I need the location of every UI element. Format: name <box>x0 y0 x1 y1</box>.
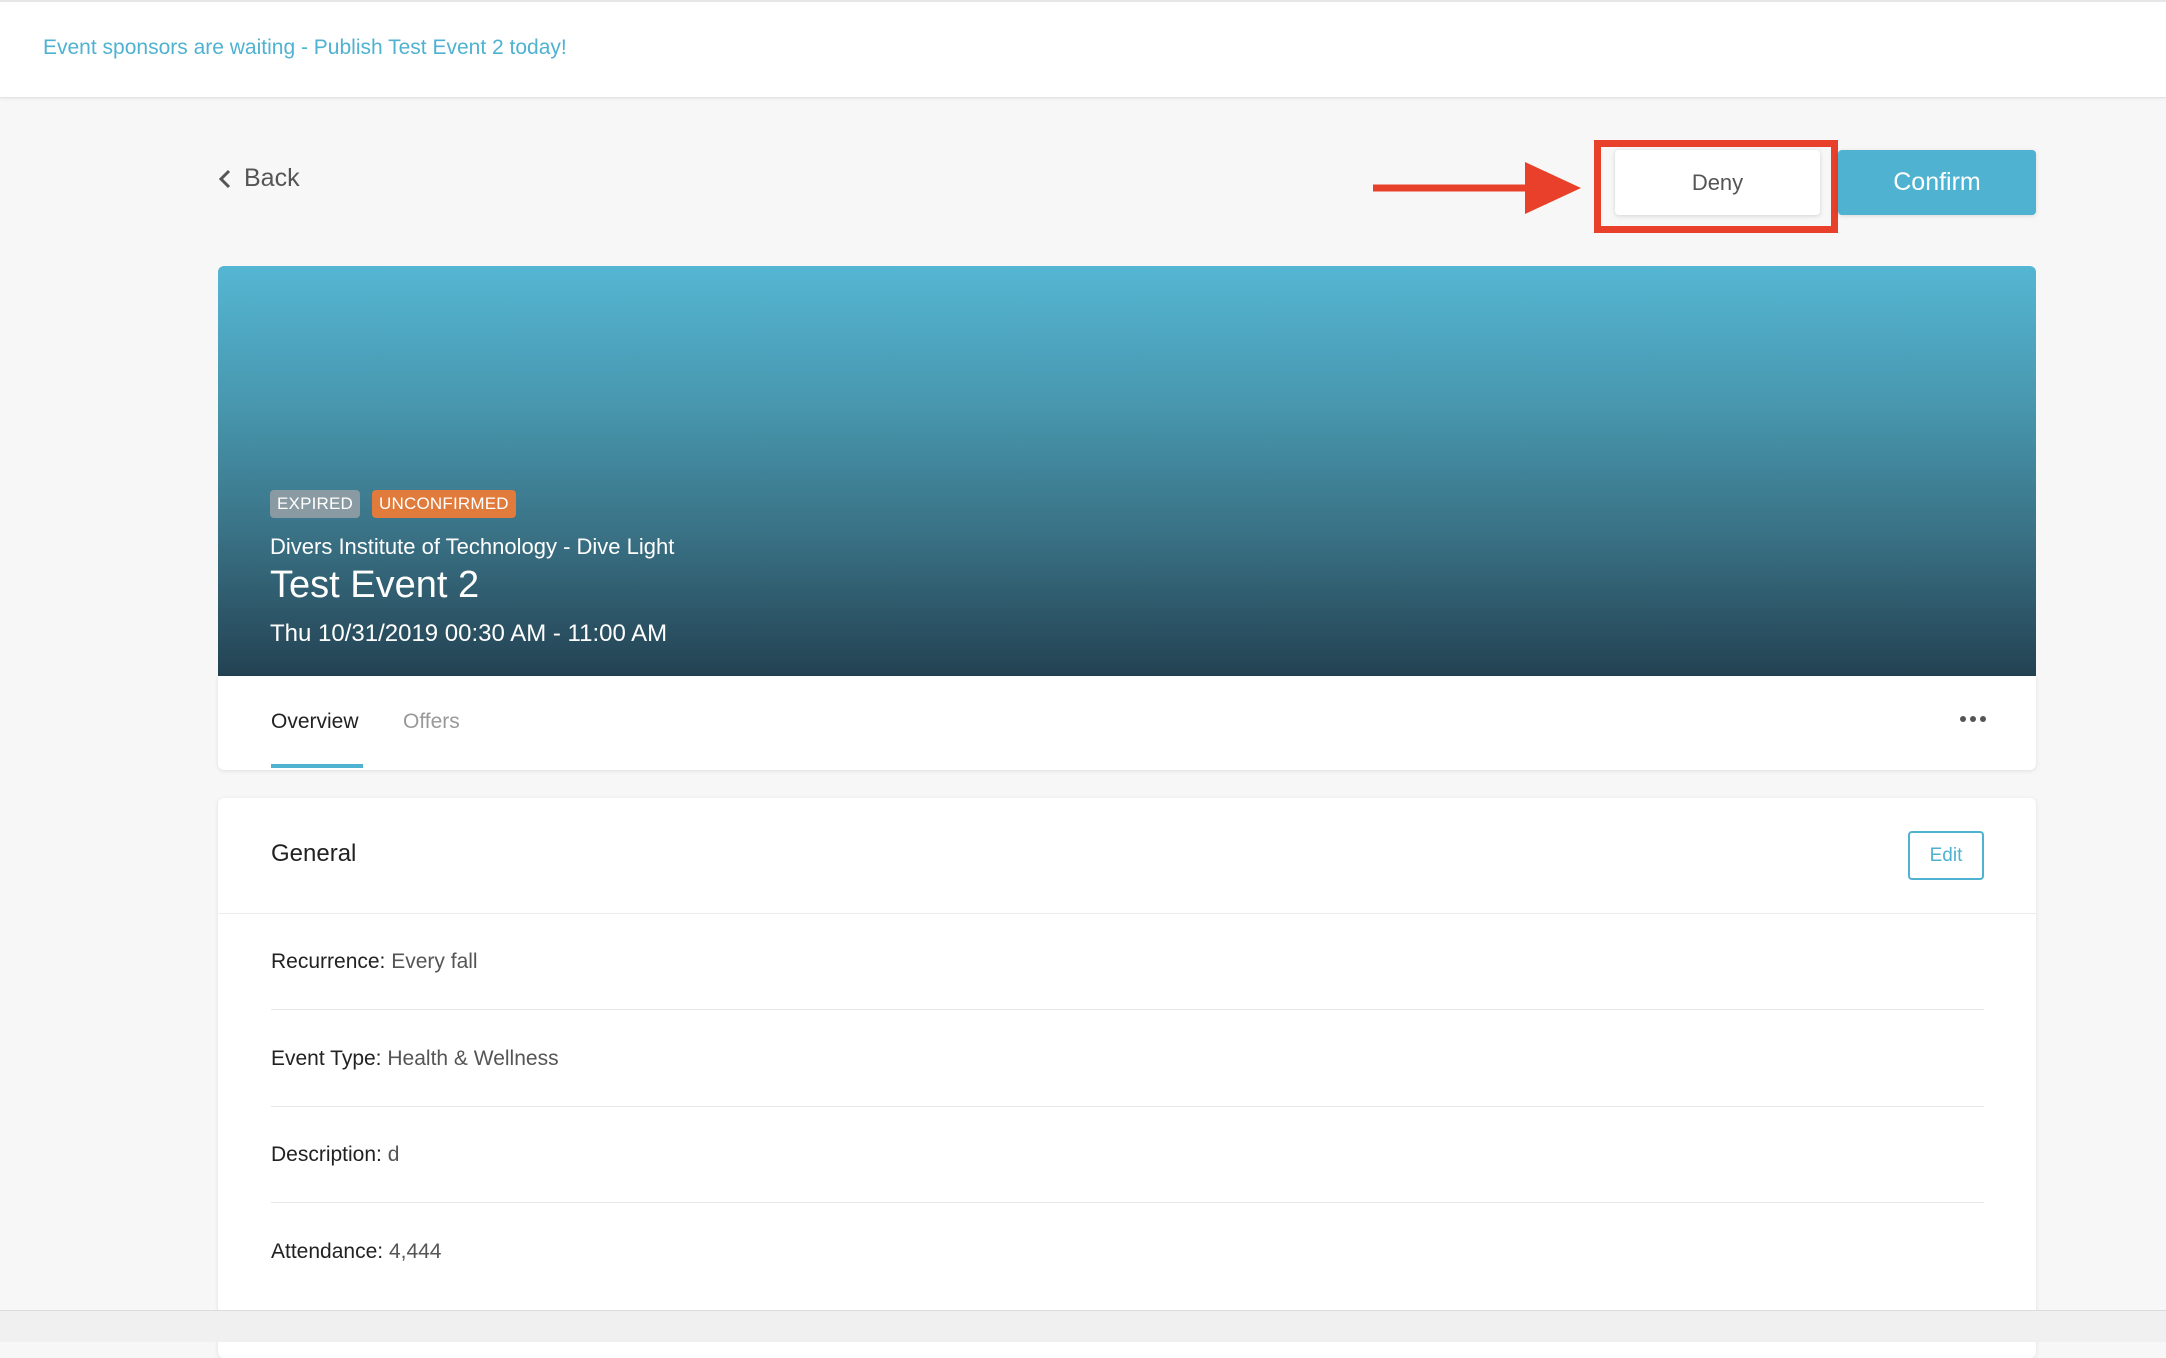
general-card-header: General Edit <box>218 798 2036 914</box>
event-header: EXPIRED UNCONFIRMED Divers Institute of … <box>218 266 2036 676</box>
general-card: General Edit Recurrence: Every fall Even… <box>218 798 2036 1358</box>
promo-banner: Event sponsors are waiting - Publish Tes… <box>0 0 2166 98</box>
unconfirmed-badge: UNCONFIRMED <box>372 490 516 518</box>
field-value: d <box>387 1143 400 1166</box>
more-options-icon[interactable] <box>1960 716 1986 722</box>
publish-promo-link[interactable]: Event sponsors are waiting - Publish Tes… <box>43 36 567 60</box>
edit-button[interactable]: Edit <box>1908 831 1984 880</box>
field-label: Attendance: <box>271 1240 384 1263</box>
event-datetime: Thu 10/31/2019 00:30 AM - 11:00 AM <box>270 620 668 647</box>
field-attendance: Attendance: 4,444 <box>271 1204 1984 1300</box>
field-description: Description: d <box>271 1107 1984 1203</box>
field-value: Every fall <box>391 950 478 973</box>
active-tab-indicator <box>271 764 363 768</box>
arrow-annotation-icon <box>1373 162 1581 214</box>
field-label: Recurrence: <box>271 950 386 973</box>
field-label: Event Type: <box>271 1047 382 1070</box>
tab-bar: Overview Offers <box>218 676 2036 770</box>
field-recurrence: Recurrence: Every fall <box>271 914 1984 1010</box>
back-label: Back <box>244 164 300 192</box>
back-button[interactable]: Back <box>218 164 300 193</box>
event-organization: Divers Institute of Technology - Dive Li… <box>270 534 675 559</box>
status-badges: EXPIRED UNCONFIRMED <box>270 490 516 518</box>
field-value: 4,444 <box>388 1240 442 1263</box>
chevron-left-icon <box>218 169 231 188</box>
expired-badge: EXPIRED <box>270 490 361 518</box>
field-label: Description: <box>271 1143 382 1166</box>
field-event-type: Event Type: Health & Wellness <box>271 1011 1984 1107</box>
general-card-title: General <box>271 840 357 867</box>
bottom-scroll-edge <box>0 1310 2166 1342</box>
event-title: Test Event 2 <box>270 564 480 606</box>
confirm-button[interactable]: Confirm <box>1838 150 2036 215</box>
field-value: Health & Wellness <box>387 1047 559 1070</box>
tab-overview[interactable]: Overview <box>271 710 359 734</box>
tab-offers[interactable]: Offers <box>403 710 460 734</box>
deny-button[interactable]: Deny <box>1615 150 1820 215</box>
